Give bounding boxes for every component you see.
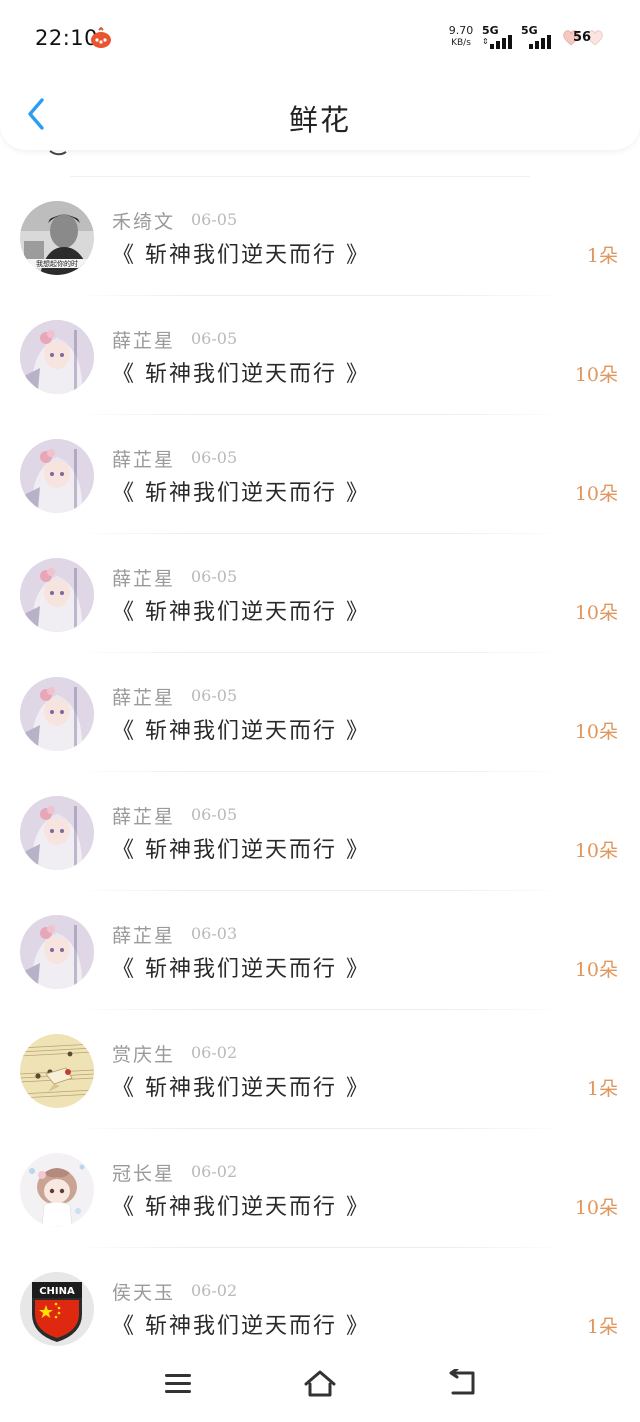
china-flag-avatar[interactable]: CHINA xyxy=(20,1272,94,1346)
flower-count: 10朵 xyxy=(574,959,618,981)
book-title[interactable]: 《 斩神我们逆天而行 》 xyxy=(112,1189,370,1221)
page-header: 鲜花 xyxy=(0,80,640,150)
user-name: 侯天玉 xyxy=(112,1282,176,1304)
gift-date: 06-02 xyxy=(191,1281,238,1300)
network-speed-value: 9.70 xyxy=(448,24,474,37)
battery-indicator: 56 xyxy=(562,29,606,47)
list-item[interactable]: 赏庆生 06-02 《 斩神我们逆天而行 》 1朵 xyxy=(0,1010,640,1129)
book-title[interactable]: 《 斩神我们逆天而行 》 xyxy=(112,237,370,269)
signal-5g-2: 5G xyxy=(521,24,557,50)
anime-girl-avatar[interactable] xyxy=(20,558,94,632)
network-speed: 9.70 KB/s xyxy=(446,25,476,49)
user-name: 薛芷星 xyxy=(112,687,176,709)
flower-count: 10朵 xyxy=(574,364,618,386)
flower-count: 10朵 xyxy=(574,721,618,743)
svg-text:CHINA: CHINA xyxy=(39,1286,75,1297)
scrolled-content-edge xyxy=(49,150,67,156)
music-sheet-avatar[interactable] xyxy=(20,1034,94,1108)
gift-date: 06-05 xyxy=(191,448,238,467)
menu-icon xyxy=(165,1374,191,1393)
gift-date: 06-05 xyxy=(191,805,238,824)
flower-count: 10朵 xyxy=(574,840,618,862)
gift-date: 06-05 xyxy=(191,210,238,229)
book-title[interactable]: 《 斩神我们逆天而行 》 xyxy=(112,951,370,983)
anime-girl-avatar[interactable] xyxy=(20,320,94,394)
list-item[interactable]: 薛芷星 06-05 《 斩神我们逆天而行 》 10朵 xyxy=(0,415,640,534)
data-arrows-icon: ⇕ xyxy=(482,37,489,46)
pomegranate-app-icon xyxy=(90,26,112,49)
user-name: 薛芷星 xyxy=(112,449,176,471)
flower-count: 1朵 xyxy=(586,245,618,267)
user-name: 薛芷星 xyxy=(112,568,176,590)
anime-girl-avatar[interactable] xyxy=(20,677,94,751)
top-bar: 22:10 9.70 KB/s 5G ⇕ 5G 56 鲜花 xyxy=(0,0,640,150)
list-item[interactable]: 薛芷星 06-03 《 斩神我们逆天而行 》 10朵 xyxy=(0,891,640,1010)
book-title[interactable]: 《 斩神我们逆天而行 》 xyxy=(112,832,370,864)
book-title[interactable]: 《 斩神我们逆天而行 》 xyxy=(112,713,370,745)
photo-boy-avatar[interactable]: 我想起你的时 xyxy=(20,201,94,275)
gift-date: 06-05 xyxy=(191,686,238,705)
gift-date: 06-02 xyxy=(191,1043,238,1062)
signal-bars-icon xyxy=(529,35,551,49)
gift-date: 06-02 xyxy=(191,1162,238,1181)
return-icon xyxy=(449,1369,475,1395)
book-title[interactable]: 《 斩神我们逆天而行 》 xyxy=(112,1308,370,1340)
book-title[interactable]: 《 斩神我们逆天而行 》 xyxy=(112,356,370,388)
list-item[interactable]: 我想起你的时 禾绮文 06-05 《 斩神我们逆天而行 》 1朵 xyxy=(0,177,640,296)
network-speed-unit: KB/s xyxy=(451,38,471,48)
status-bar: 22:10 9.70 KB/s 5G ⇕ 5G 56 xyxy=(0,0,640,70)
flower-count: 1朵 xyxy=(586,1078,618,1100)
anime-girl-avatar[interactable] xyxy=(20,915,94,989)
book-title[interactable]: 《 斩神我们逆天而行 》 xyxy=(112,1070,370,1102)
user-name: 薛芷星 xyxy=(112,806,176,828)
anime-girl-avatar[interactable] xyxy=(20,796,94,870)
user-name: 薛芷星 xyxy=(112,925,176,947)
status-time: 22:10 xyxy=(35,26,99,50)
signal-5g-1: 5G ⇕ xyxy=(482,24,518,50)
list-item[interactable]: 冠长星 06-02 《 斩神我们逆天而行 》 10朵 xyxy=(0,1129,640,1248)
menu-button[interactable] xyxy=(158,1366,198,1400)
user-name: 禾绮文 xyxy=(112,211,176,233)
list-item[interactable]: 薛芷星 06-05 《 斩神我们逆天而行 》 10朵 xyxy=(0,653,640,772)
svg-text:我想起你的时: 我想起你的时 xyxy=(36,259,78,268)
book-title[interactable]: 《 斩神我们逆天而行 》 xyxy=(112,475,370,507)
flower-count: 10朵 xyxy=(574,1197,618,1219)
user-name: 冠长星 xyxy=(112,1163,176,1185)
return-button[interactable] xyxy=(442,1366,482,1400)
flower-count: 10朵 xyxy=(574,483,618,505)
gift-date: 06-03 xyxy=(191,924,238,943)
battery-level: 56 xyxy=(573,30,592,45)
list-item[interactable]: 薛芷星 06-05 《 斩神我们逆天而行 》 10朵 xyxy=(0,296,640,415)
signal-bars-icon xyxy=(490,35,512,49)
home-button[interactable] xyxy=(300,1366,340,1400)
page-title: 鲜花 xyxy=(288,103,351,137)
flower-count: 1朵 xyxy=(586,1316,618,1338)
anime-girl-avatar[interactable] xyxy=(20,439,94,513)
user-name: 赏庆生 xyxy=(112,1044,176,1066)
chibi-girl-avatar[interactable] xyxy=(20,1153,94,1227)
system-nav-bar xyxy=(0,1350,640,1422)
list-item[interactable]: 薛芷星 06-05 《 斩神我们逆天而行 》 10朵 xyxy=(0,534,640,653)
gift-date: 06-05 xyxy=(191,567,238,586)
book-title[interactable]: 《 斩神我们逆天而行 》 xyxy=(112,594,370,626)
flower-count: 10朵 xyxy=(574,602,618,624)
gift-date: 06-05 xyxy=(191,329,238,348)
user-name: 薛芷星 xyxy=(112,330,176,352)
list-item[interactable]: 薛芷星 06-05 《 斩神我们逆天而行 》 10朵 xyxy=(0,772,640,891)
home-icon xyxy=(304,1370,336,1397)
